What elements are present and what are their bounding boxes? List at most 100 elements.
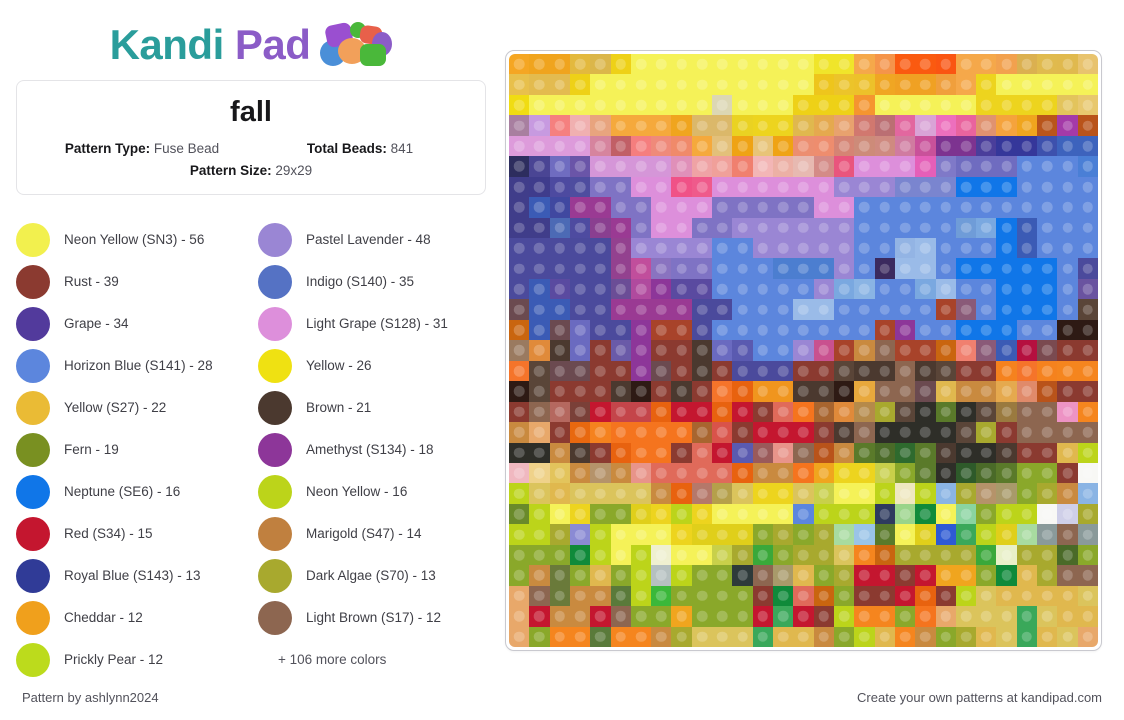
- bead-cell[interactable]: [529, 544, 550, 566]
- bead-cell[interactable]: [1037, 626, 1058, 647]
- legend-item[interactable]: Red (S34) - 15: [16, 513, 244, 555]
- bead-cell[interactable]: [651, 74, 672, 95]
- bead-cell[interactable]: [894, 340, 916, 361]
- bead-cell[interactable]: [1077, 319, 1098, 341]
- legend-item[interactable]: Pastel Lavender - 48: [258, 219, 486, 261]
- bead-cell[interactable]: [651, 626, 672, 647]
- bead-cell[interactable]: [976, 135, 997, 157]
- bead-cell[interactable]: [976, 565, 997, 586]
- bead-cell[interactable]: [854, 565, 875, 586]
- bead-cell[interactable]: [1057, 94, 1078, 116]
- bead-cell[interactable]: [610, 217, 631, 239]
- bead-cell[interactable]: [630, 544, 652, 566]
- bead-cell[interactable]: [691, 442, 713, 463]
- bead-cell[interactable]: [509, 197, 530, 218]
- bead-cell[interactable]: [976, 626, 997, 647]
- bead-cell[interactable]: [996, 381, 1017, 402]
- bead-cell[interactable]: [793, 626, 814, 647]
- bead-cell[interactable]: [773, 462, 794, 484]
- bead-cell[interactable]: [630, 626, 652, 647]
- bead-cell[interactable]: [854, 238, 875, 259]
- bead-cell[interactable]: [610, 483, 631, 504]
- bead-cell[interactable]: [854, 606, 875, 627]
- bead-cell[interactable]: [854, 422, 875, 443]
- bead-cell[interactable]: [671, 422, 692, 443]
- bead-cell[interactable]: [691, 94, 713, 116]
- bead-cell[interactable]: [874, 258, 895, 279]
- bead-cell[interactable]: [610, 115, 631, 136]
- bead-cell[interactable]: [509, 319, 530, 341]
- bead-cell[interactable]: [549, 483, 570, 504]
- bead-cell[interactable]: [651, 156, 672, 177]
- bead-cell[interactable]: [793, 54, 814, 75]
- bead-cell[interactable]: [712, 585, 733, 607]
- bead-cell[interactable]: [651, 278, 672, 300]
- bead-cell[interactable]: [833, 565, 855, 586]
- bead-cell[interactable]: [630, 278, 652, 300]
- bead-cell[interactable]: [793, 606, 814, 627]
- bead-cell[interactable]: [732, 401, 753, 423]
- bead-cell[interactable]: [671, 319, 692, 341]
- bead-cell[interactable]: [1037, 340, 1058, 361]
- bead-cell[interactable]: [691, 524, 713, 545]
- bead-cell[interactable]: [651, 299, 672, 320]
- bead-cell[interactable]: [610, 544, 631, 566]
- bead-cell[interactable]: [712, 299, 733, 320]
- bead-cell[interactable]: [1077, 197, 1098, 218]
- bead-cell[interactable]: [590, 442, 611, 463]
- bead-cell[interactable]: [874, 565, 895, 586]
- bead-cell[interactable]: [1016, 340, 1038, 361]
- bead-cell[interactable]: [813, 606, 834, 627]
- bead-cell[interactable]: [955, 299, 977, 320]
- bead-cell[interactable]: [833, 54, 855, 75]
- bead-cell[interactable]: [691, 340, 713, 361]
- bead-cell[interactable]: [874, 115, 895, 136]
- bead-cell[interactable]: [813, 442, 834, 463]
- bead-cell[interactable]: [610, 422, 631, 443]
- bead-cell[interactable]: [590, 278, 611, 300]
- bead-cell[interactable]: [671, 258, 692, 279]
- bead-cell[interactable]: [874, 422, 895, 443]
- bead-cell[interactable]: [854, 524, 875, 545]
- bead-cell[interactable]: [712, 360, 733, 382]
- bead-cell[interactable]: [752, 360, 774, 382]
- bead-cell[interactable]: [955, 483, 977, 504]
- bead-cell[interactable]: [752, 319, 774, 341]
- bead-cell[interactable]: [894, 524, 916, 545]
- bead-cell[interactable]: [549, 340, 570, 361]
- bead-cell[interactable]: [732, 197, 753, 218]
- bead-cell[interactable]: [630, 54, 652, 75]
- bead-cell[interactable]: [813, 565, 834, 586]
- bead-cell[interactable]: [630, 115, 652, 136]
- bead-cell[interactable]: [1016, 524, 1038, 545]
- bead-cell[interactable]: [569, 524, 591, 545]
- bead-cell[interactable]: [610, 319, 631, 341]
- bead-cell[interactable]: [773, 217, 794, 239]
- bead-cell[interactable]: [549, 278, 570, 300]
- bead-cell[interactable]: [813, 217, 834, 239]
- bead-cell[interactable]: [529, 401, 550, 423]
- bead-cell[interactable]: [569, 483, 591, 504]
- bead-cell[interactable]: [854, 626, 875, 647]
- bead-cell[interactable]: [509, 585, 530, 607]
- bead-cell[interactable]: [874, 340, 895, 361]
- bead-cell[interactable]: [529, 94, 550, 116]
- bead-cell[interactable]: [773, 74, 794, 95]
- bead-cell[interactable]: [813, 503, 834, 525]
- bead-cell[interactable]: [773, 299, 794, 320]
- bead-cell[interactable]: [813, 156, 834, 177]
- bead-cell[interactable]: [712, 401, 733, 423]
- bead-cell[interactable]: [732, 524, 753, 545]
- bead-cell[interactable]: [915, 115, 936, 136]
- bead-cell[interactable]: [671, 401, 692, 423]
- bead-cell[interactable]: [773, 176, 794, 198]
- bead-cell[interactable]: [569, 503, 591, 525]
- bead-cell[interactable]: [610, 462, 631, 484]
- bead-cell[interactable]: [712, 74, 733, 95]
- bead-cell[interactable]: [915, 54, 936, 75]
- bead-cell[interactable]: [1037, 462, 1058, 484]
- bead-cell[interactable]: [651, 115, 672, 136]
- bead-cell[interactable]: [874, 442, 895, 463]
- bead-cell[interactable]: [752, 524, 774, 545]
- bead-cell[interactable]: [773, 54, 794, 75]
